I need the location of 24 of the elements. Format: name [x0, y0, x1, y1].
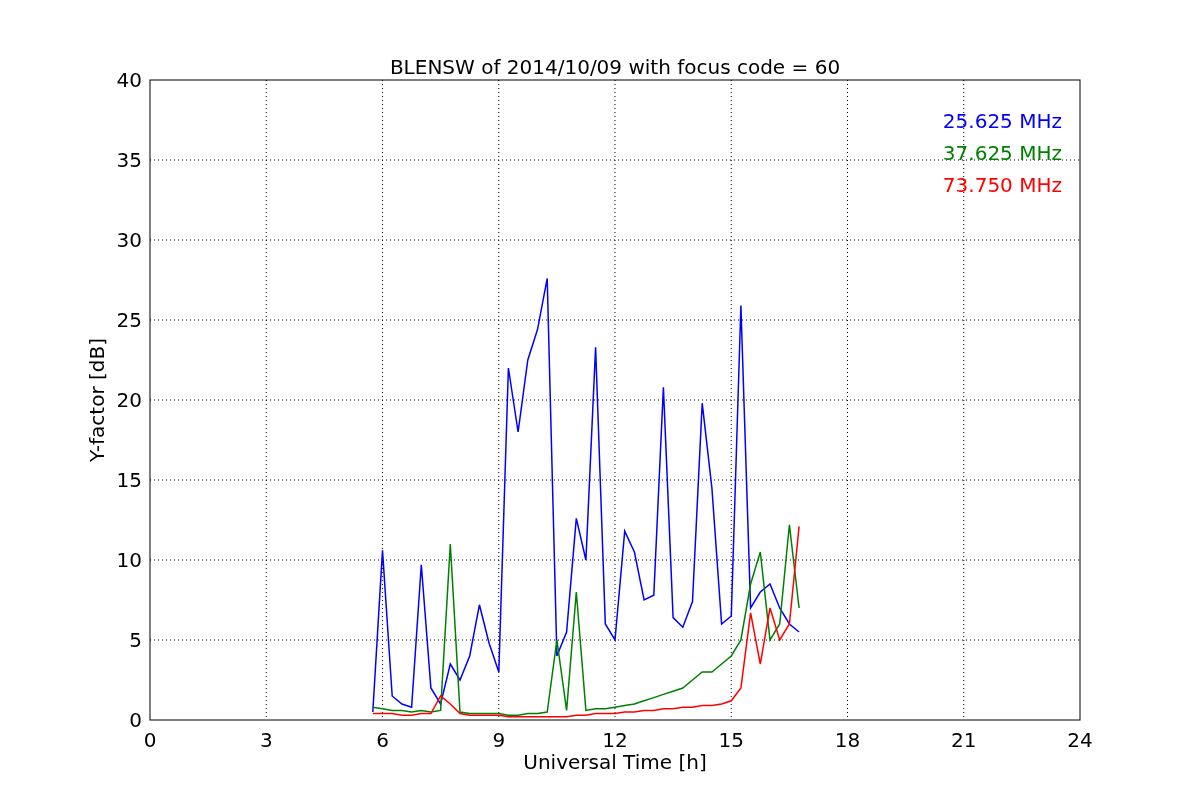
axis-tick-label: 0 [129, 708, 142, 732]
y-axis-label: Y-factor [dB] [85, 338, 109, 462]
legend-label: 73.750 MHz [942, 173, 1062, 197]
x-axis-label: Universal Time [h] [523, 750, 707, 774]
axis-tick-label: 0 [143, 728, 157, 752]
legend-label: 25.625 MHz [942, 109, 1062, 133]
axis-tick-label: 15 [718, 728, 744, 752]
axis-tick-label: 20 [116, 388, 142, 412]
axis-tick-label: 40 [116, 68, 142, 92]
axis-tick-label: 21 [951, 728, 977, 752]
legend-label: 37.625 MHz [942, 141, 1062, 165]
axis-tick-label: 12 [602, 728, 628, 752]
axis-tick-label: 5 [129, 628, 142, 652]
axis-tick-label: 30 [116, 228, 142, 252]
axis-tick-label: 15 [116, 468, 142, 492]
plot-title: BLENSW of 2014/10/09 with focus code = 60 [389, 55, 841, 79]
axis-tick-label: 18 [834, 728, 861, 752]
axis-tick-label: 9 [492, 728, 506, 752]
axis-tick-label: 35 [116, 148, 142, 172]
axis-tick-label: 6 [376, 728, 389, 752]
axis-tick-label: 25 [116, 308, 142, 332]
axis-tick-label: 10 [116, 548, 142, 572]
axis-tick-label: 3 [259, 728, 273, 752]
axis-tick-label: 24 [1067, 728, 1093, 752]
